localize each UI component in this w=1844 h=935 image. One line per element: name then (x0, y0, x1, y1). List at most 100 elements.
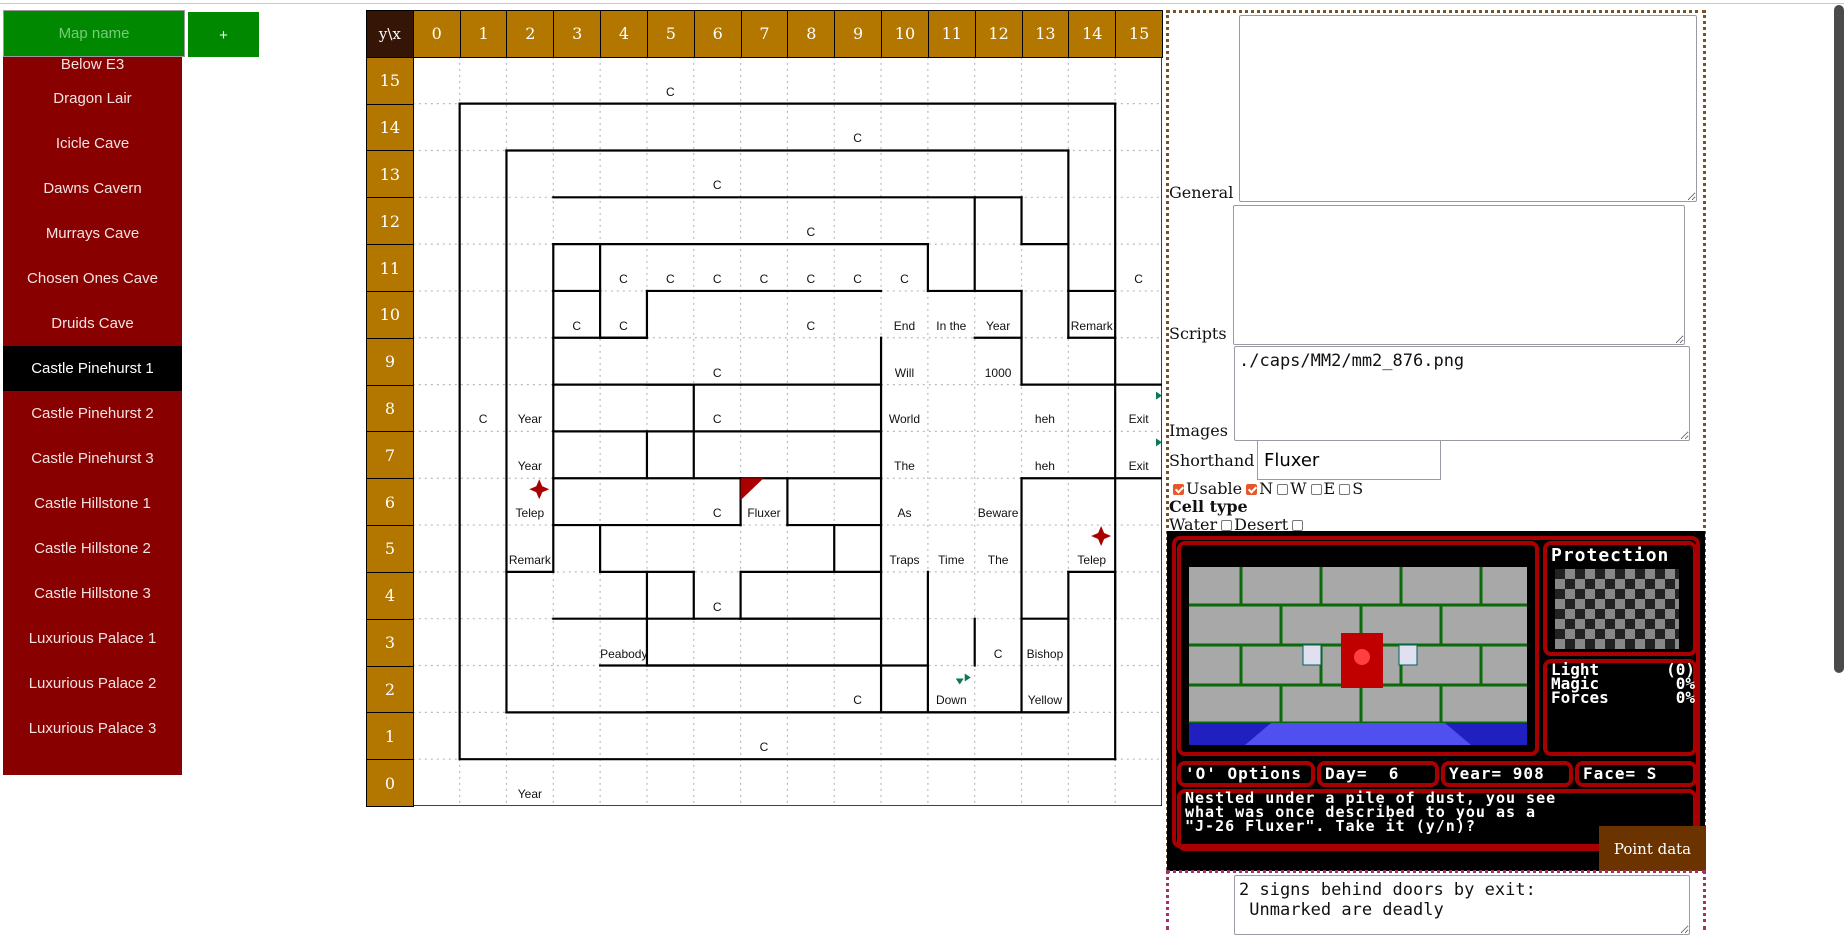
map-name-input[interactable] (3, 10, 185, 57)
cell-label[interactable]: Fluxer (741, 506, 788, 520)
cell-label[interactable]: C (881, 272, 928, 286)
general-textarea[interactable] (1239, 15, 1697, 202)
checkbox-n[interactable]: N (1242, 479, 1273, 498)
cell-label[interactable]: Yellow (1022, 693, 1069, 707)
map-list-item[interactable]: Luxurious Palace 1 (3, 616, 182, 661)
cell-label[interactable]: C (553, 319, 600, 333)
checkbox[interactable] (1277, 484, 1289, 495)
shorthand-input[interactable] (1257, 440, 1441, 480)
cell-label[interactable]: Exit (1115, 412, 1162, 426)
images-textarea[interactable]: ./caps/MM2/mm2_876.png (1234, 346, 1690, 441)
column-header: 10 (881, 10, 929, 58)
cell-label[interactable]: C (975, 647, 1022, 661)
dungeon-wall-icon (1189, 567, 1527, 745)
cell-label[interactable]: 1000 (975, 366, 1022, 380)
map-list-item[interactable]: Druids Cave (3, 301, 182, 346)
map-list-item[interactable]: Murrays Cave (3, 211, 182, 256)
cell-label[interactable]: End (881, 319, 928, 333)
map-list-item[interactable]: Dragon Lair (3, 76, 182, 121)
checkbox[interactable] (1173, 484, 1184, 495)
checkbox[interactable] (1310, 484, 1322, 495)
cell-label[interactable]: C (694, 600, 741, 614)
map-list-item[interactable]: Castle Hillstone 3 (3, 571, 182, 616)
cell-label[interactable]: C (741, 272, 788, 286)
checkbox-usable[interactable]: Usable (1169, 479, 1242, 498)
cell-label[interactable]: In the (928, 319, 975, 333)
cell-label[interactable]: Traps (881, 553, 928, 567)
cell-label[interactable]: Beware (975, 506, 1022, 520)
cell-label[interactable]: C (787, 272, 834, 286)
cell-label[interactable]: Year (506, 459, 553, 473)
checkbox-s[interactable]: S (1335, 479, 1363, 498)
cell-label[interactable]: The (881, 459, 928, 473)
cell-label[interactable]: heh (1022, 459, 1069, 473)
column-header: 5 (646, 10, 695, 58)
page-scrollbar[interactable] (1834, 5, 1844, 673)
add-map-button[interactable]: + (188, 12, 259, 57)
cell-label[interactable]: Telep (1068, 553, 1115, 567)
cell-label[interactable]: The (975, 553, 1022, 567)
cell-label[interactable]: World (881, 412, 928, 426)
map-list-item[interactable]: Luxurious Palace 3 (3, 706, 182, 751)
cell-label[interactable]: Year (506, 787, 553, 801)
map-list-item[interactable]: Castle Pinehurst 3 (3, 436, 182, 481)
map-list-item[interactable]: Icicle Cave (3, 121, 182, 166)
scripts-textarea[interactable] (1233, 205, 1685, 345)
cell-label[interactable]: C (834, 272, 881, 286)
cell-label[interactable]: Remark (506, 553, 553, 567)
cell-label[interactable]: C (694, 178, 741, 192)
map-list-item[interactable]: Castle Hillstone 2 (3, 526, 182, 571)
cell-label[interactable]: Peabody (600, 647, 647, 661)
map-grid: y\x 0 1 2 3 4 5 6 7 8 9 10 11 12 13 14 15 15 14 13 12 11 10 9 8 7… (366, 10, 1163, 807)
row-header: 2 (366, 665, 414, 714)
map-grid-canvas[interactable] (366, 10, 1162, 806)
cell-label[interactable]: Down (928, 693, 975, 707)
cell-label[interactable]: C (787, 319, 834, 333)
map-list-item[interactable]: Castle Pinehurst 1 (3, 346, 182, 391)
cell-label[interactable]: C (741, 740, 788, 754)
checkbox[interactable] (1221, 520, 1233, 531)
map-list-item[interactable]: Castle Pinehurst 2 (3, 391, 182, 436)
cell-label[interactable]: Year (975, 319, 1022, 333)
map-list-item[interactable]: Luxurious Palace 2 (3, 661, 182, 706)
checkbox-label: Usable (1186, 479, 1243, 498)
cell-label[interactable]: Year (506, 412, 553, 426)
cell-label[interactable]: C (694, 412, 741, 426)
cell-label[interactable]: Exit (1115, 459, 1162, 473)
cell-label[interactable]: C (647, 85, 694, 99)
cell-label[interactable]: As (881, 506, 928, 520)
cell-label[interactable]: C (600, 272, 647, 286)
cell-label[interactable]: C (1115, 272, 1162, 286)
cell-label[interactable]: Bishop (1022, 647, 1069, 661)
row-header: 0 (366, 759, 414, 807)
cell-label[interactable]: Will (881, 366, 928, 380)
cell-label[interactable]: heh (1022, 412, 1069, 426)
cell-label[interactable]: Telep (506, 506, 553, 520)
point-data-button[interactable]: Point data (1599, 826, 1706, 871)
column-header: 9 (834, 10, 883, 58)
cell-label[interactable]: C (647, 272, 694, 286)
row-header: 6 (366, 478, 414, 527)
checkbox[interactable] (1339, 484, 1351, 495)
map-list-item[interactable]: Castle Hillstone 1 (3, 481, 182, 526)
checkbox[interactable] (1292, 520, 1304, 531)
cell-label[interactable]: Remark (1068, 319, 1115, 333)
map-list-item[interactable]: Dawns Cavern (3, 166, 182, 211)
cell-label[interactable]: C (694, 272, 741, 286)
cell-label[interactable]: C (834, 693, 881, 707)
cell-label[interactable]: Time (928, 553, 975, 567)
cell-label[interactable]: C (694, 366, 741, 380)
map-list-item[interactable]: Chosen Ones Cave (3, 256, 182, 301)
cell-label[interactable]: C (460, 412, 507, 426)
cell-label[interactable]: C (787, 225, 834, 239)
cell-label[interactable]: C (600, 319, 647, 333)
checkbox-w[interactable]: W (1273, 479, 1307, 498)
cell-label[interactable]: C (694, 506, 741, 520)
checkbox[interactable] (1246, 484, 1258, 495)
direction-checkboxes: Usable N W E S (1169, 479, 1363, 498)
column-header: 4 (600, 10, 648, 58)
notes-textarea[interactable]: 2 signs behind doors by exit: Unmarked a… (1234, 875, 1690, 935)
map-list-item[interactable]: Below E3 (3, 57, 182, 76)
checkbox-e[interactable]: E (1307, 479, 1335, 498)
cell-label[interactable]: C (834, 131, 881, 145)
